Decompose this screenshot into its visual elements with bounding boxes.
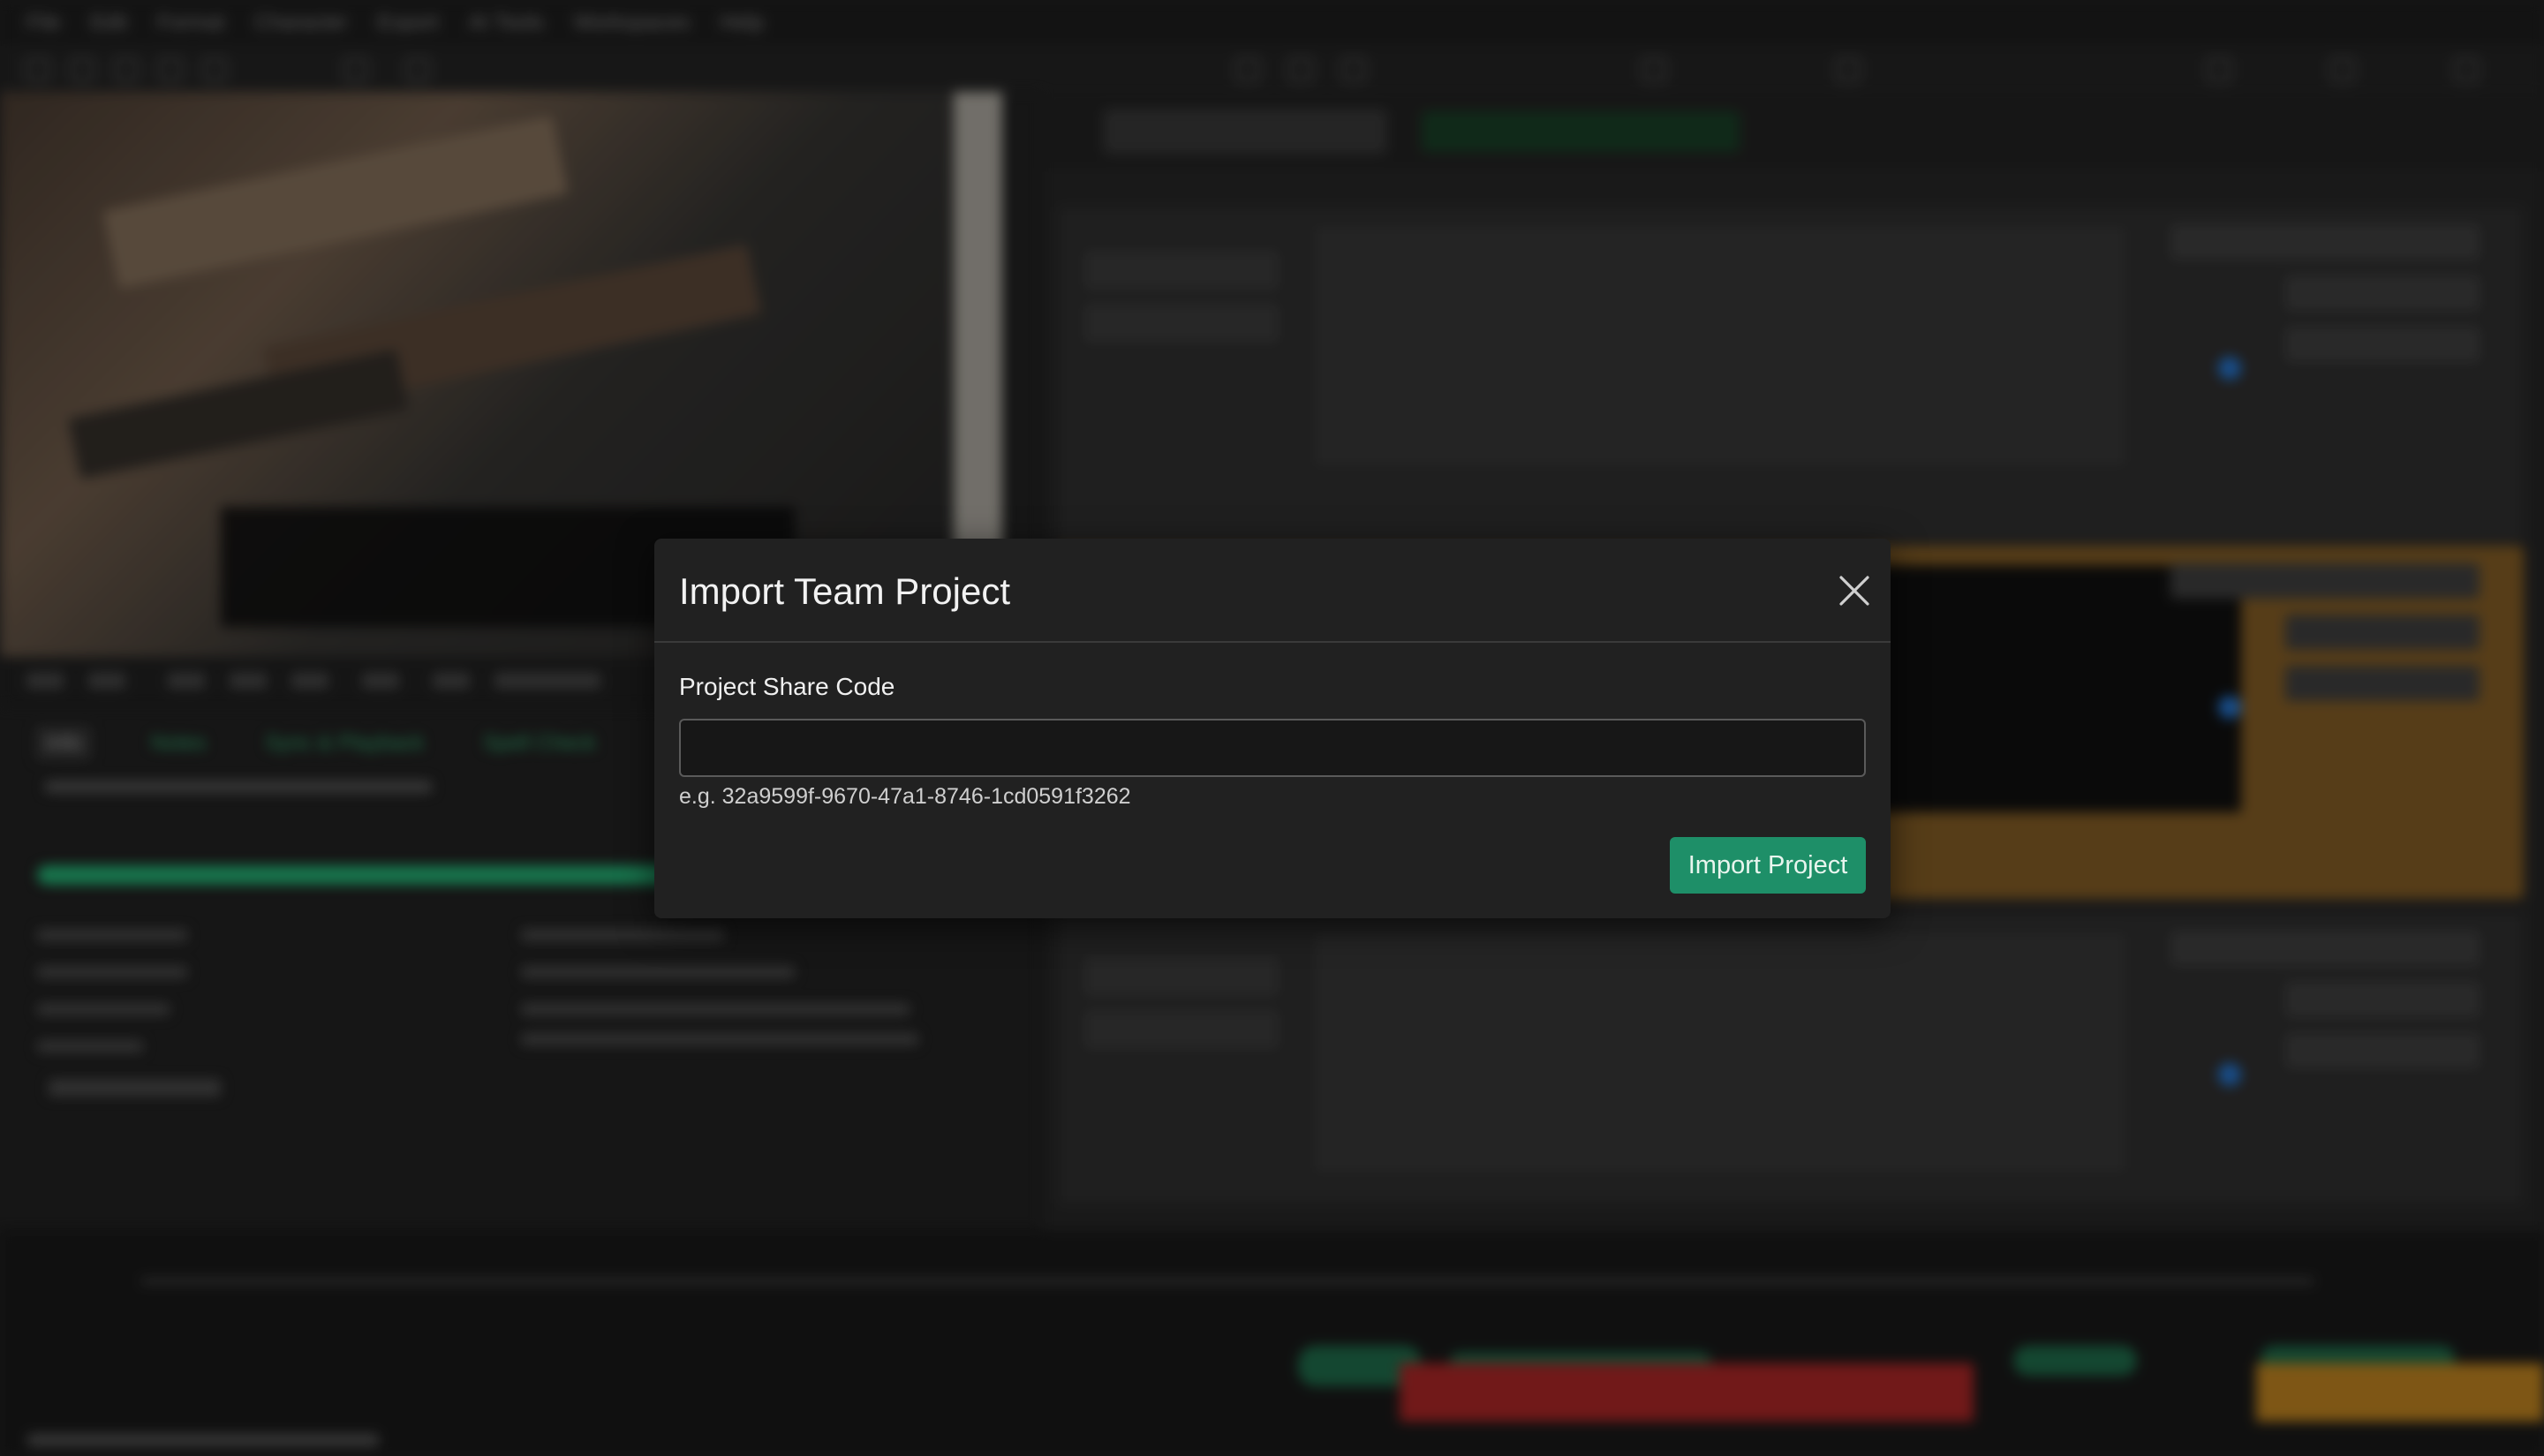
- import-project-button[interactable]: Import Project: [1670, 837, 1866, 894]
- import-team-project-dialog: Import Team Project Project Share Code e…: [654, 539, 1891, 918]
- close-button[interactable]: [1832, 569, 1876, 613]
- share-code-label: Project Share Code: [679, 673, 895, 700]
- share-code-hint: e.g. 32a9599f-9670-47a1-8746-1cd0591f326…: [679, 784, 1131, 809]
- close-icon: [1839, 576, 1869, 606]
- dialog-header: Import Team Project: [654, 539, 1891, 643]
- dialog-title: Import Team Project: [679, 570, 1011, 612]
- share-code-input[interactable]: [679, 719, 1866, 777]
